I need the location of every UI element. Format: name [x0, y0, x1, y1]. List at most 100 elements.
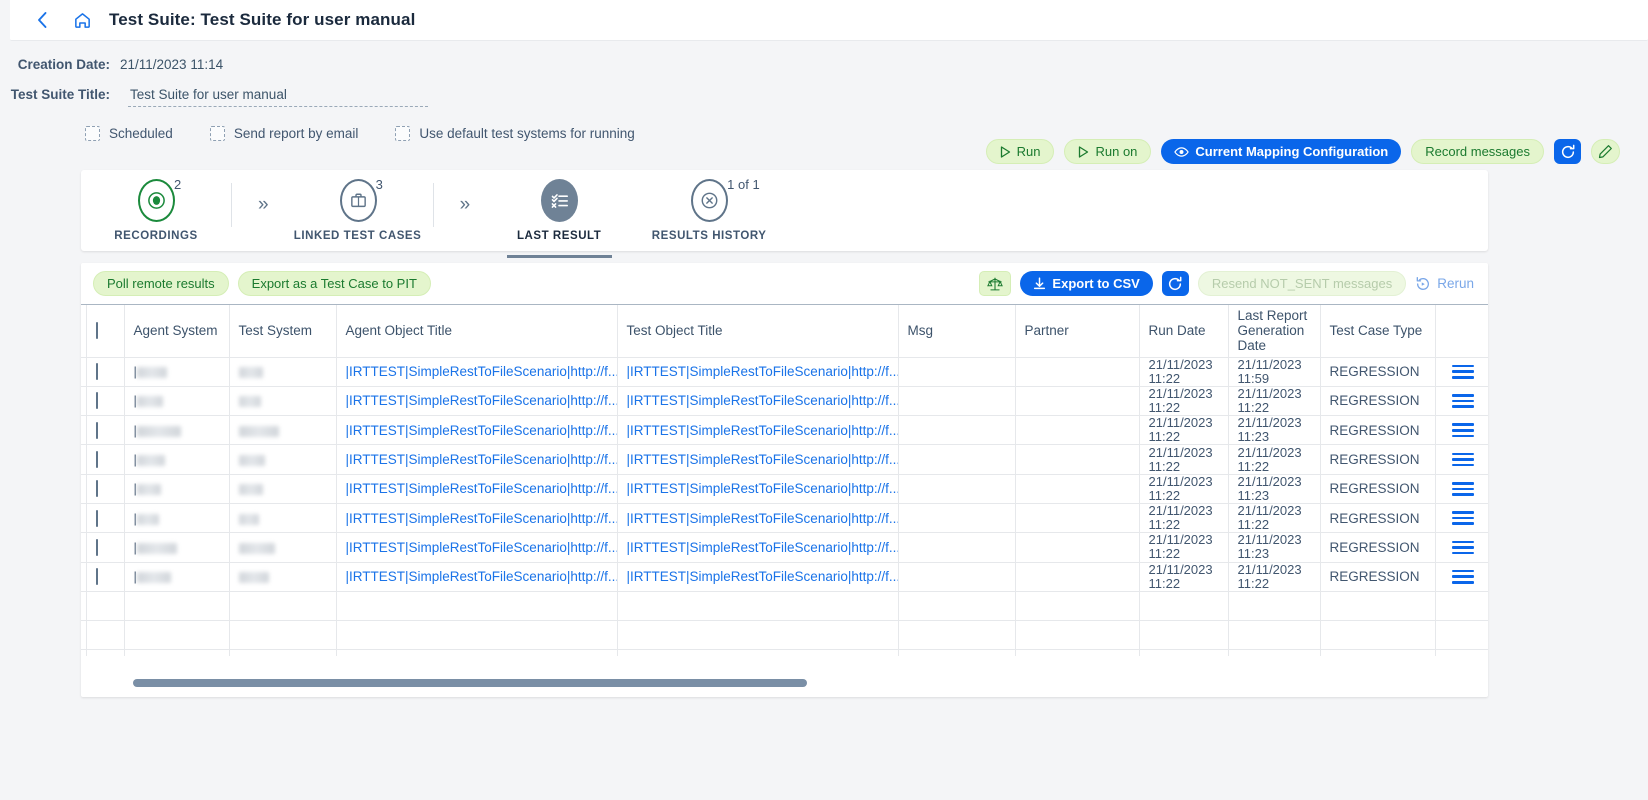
table-row[interactable]: | |IRTTEST|SimpleRestToFileScenario|http:… — [81, 415, 1488, 446]
step-results-history[interactable]: 1 of 1 RESULTS HISTORY — [634, 177, 784, 242]
column-header-agent-object-title[interactable]: Agent Object Title — [336, 305, 618, 358]
checkbox-scheduled-box[interactable] — [85, 126, 100, 141]
export-to-csv-button[interactable]: Export to CSV — [1020, 271, 1153, 296]
cell-agent-object-title[interactable]: |IRTTEST|SimpleRestToFileScenario|http:/… — [336, 532, 618, 563]
empty-cell — [1015, 620, 1140, 651]
cell-row-menu[interactable] — [1435, 474, 1488, 504]
cell-test-object-title[interactable]: |IRTTEST|SimpleRestToFileScenario|http:/… — [617, 415, 899, 446]
hamburger-menu-icon[interactable] — [1452, 511, 1474, 526]
cell-row-menu[interactable] — [1435, 562, 1488, 592]
record-messages-button[interactable]: Record messages — [1411, 139, 1544, 164]
row-checkbox[interactable] — [95, 480, 98, 498]
cell-test-object-title[interactable]: |IRTTEST|SimpleRestToFileScenario|http:/… — [617, 386, 899, 417]
rerun-button[interactable]: Rerun — [1415, 276, 1478, 292]
cell-agent-object-title[interactable]: |IRTTEST|SimpleRestToFileScenario|http:/… — [336, 386, 618, 417]
column-header-run-date[interactable]: Run Date — [1139, 305, 1229, 358]
row-checkbox[interactable] — [95, 363, 98, 381]
cell-row-menu[interactable] — [1435, 386, 1488, 417]
run-button[interactable]: Run — [985, 139, 1055, 164]
table-row[interactable]: | |IRTTEST|SimpleRestToFileScenario|http:… — [81, 532, 1488, 563]
column-header-agent-system[interactable]: Agent System — [124, 305, 230, 358]
row-select-cell[interactable] — [86, 357, 125, 387]
table-row[interactable]: | |IRTTEST|SimpleRestToFileScenario|http:… — [81, 357, 1488, 387]
column-header-partner[interactable]: Partner — [1015, 305, 1140, 358]
resend-not-sent-messages-button[interactable]: Resend NOT_SENT messages — [1197, 271, 1407, 296]
row-select-cell[interactable] — [86, 474, 125, 504]
row-select-cell[interactable] — [86, 415, 125, 446]
horizontal-scrollbar-thumb[interactable] — [133, 679, 807, 687]
cell-test-case-type: REGRESSION — [1320, 444, 1436, 475]
checkbox-scheduled[interactable]: Scheduled — [76, 126, 173, 141]
select-all-checkbox[interactable] — [95, 322, 98, 340]
table-row[interactable]: | |IRTTEST|SimpleRestToFileScenario|http:… — [81, 444, 1488, 475]
hamburger-menu-icon[interactable] — [1452, 481, 1474, 496]
refresh-button[interactable] — [1554, 139, 1581, 164]
poll-remote-results-label: Poll remote results — [107, 276, 215, 291]
chevron-double-right-icon: » — [258, 194, 269, 215]
table-row[interactable]: | |IRTTEST|SimpleRestToFileScenario|http:… — [81, 474, 1488, 504]
hamburger-menu-icon[interactable] — [1452, 423, 1474, 438]
compare-button[interactable] — [979, 271, 1012, 296]
cell-agent-object-title[interactable]: |IRTTEST|SimpleRestToFileScenario|http:/… — [336, 415, 618, 446]
empty-cell — [124, 620, 230, 651]
hamburger-menu-icon[interactable] — [1452, 569, 1474, 584]
checkbox-use-default-test-systems-box[interactable] — [395, 126, 411, 141]
column-header-msg[interactable]: Msg — [898, 305, 1016, 358]
row-checkbox[interactable] — [95, 538, 98, 556]
cell-row-menu[interactable] — [1435, 415, 1488, 446]
checkbox-send-report-by-email[interactable]: Send report by email — [201, 126, 358, 141]
edit-button[interactable] — [1591, 139, 1620, 164]
row-checkbox[interactable] — [95, 421, 98, 439]
cell-test-object-title[interactable]: |IRTTEST|SimpleRestToFileScenario|http:/… — [617, 532, 899, 563]
cell-test-object-title[interactable]: |IRTTEST|SimpleRestToFileScenario|http:/… — [617, 444, 899, 475]
poll-remote-results-button[interactable]: Poll remote results — [93, 271, 229, 296]
cell-test-object-title[interactable]: |IRTTEST|SimpleRestToFileScenario|http:/… — [617, 357, 899, 387]
row-checkbox[interactable] — [95, 392, 98, 410]
step-recordings[interactable]: 2 RECORDINGS — [81, 177, 231, 242]
hamburger-menu-icon[interactable] — [1452, 540, 1474, 555]
current-mapping-configuration-button[interactable]: Current Mapping Configuration — [1161, 139, 1402, 164]
hamburger-menu-icon[interactable] — [1452, 452, 1474, 467]
cell-agent-object-title[interactable]: |IRTTEST|SimpleRestToFileScenario|http:/… — [336, 444, 618, 475]
row-checkbox[interactable] — [95, 509, 98, 527]
export-as-test-case-to-pit-button[interactable]: Export as a Test Case to PIT — [237, 271, 431, 296]
row-checkbox[interactable] — [95, 451, 98, 469]
column-header-test-object-title[interactable]: Test Object Title — [617, 305, 899, 358]
cell-row-menu[interactable] — [1435, 503, 1488, 534]
cell-agent-object-title[interactable]: |IRTTEST|SimpleRestToFileScenario|http:/… — [336, 474, 618, 504]
step-last-result[interactable]: LAST RESULT — [484, 179, 634, 258]
column-header-test-case-type[interactable]: Test Case Type — [1320, 305, 1436, 358]
home-icon[interactable] — [71, 9, 93, 31]
column-header-test-system[interactable]: Test System — [229, 305, 337, 358]
cell-test-object-title[interactable]: |IRTTEST|SimpleRestToFileScenario|http:/… — [617, 562, 899, 592]
hamburger-menu-icon[interactable] — [1452, 364, 1474, 379]
row-checkbox[interactable] — [95, 568, 98, 586]
results-refresh-button[interactable] — [1161, 271, 1189, 296]
cell-row-menu[interactable] — [1435, 532, 1488, 563]
row-select-cell[interactable] — [86, 532, 125, 563]
column-header-last-report-generation-date[interactable]: Last Report Generation Date — [1228, 305, 1321, 358]
cell-test-object-title[interactable]: |IRTTEST|SimpleRestToFileScenario|http:/… — [617, 503, 899, 534]
cell-agent-object-title[interactable]: |IRTTEST|SimpleRestToFileScenario|http:/… — [336, 562, 618, 592]
table-row[interactable]: | |IRTTEST|SimpleRestToFileScenario|http:… — [81, 503, 1488, 534]
back-chevron-icon[interactable] — [32, 10, 52, 30]
horizontal-scrollbar[interactable] — [81, 679, 1488, 691]
row-select-cell[interactable] — [86, 562, 125, 592]
run-on-button[interactable]: Run on — [1064, 139, 1152, 164]
hamburger-menu-icon[interactable] — [1452, 394, 1474, 408]
checkbox-use-default-test-systems[interactable]: Use default test systems for running — [386, 126, 635, 141]
cell-test-object-title[interactable]: |IRTTEST|SimpleRestToFileScenario|http:/… — [617, 474, 899, 504]
cell-row-menu[interactable] — [1435, 444, 1488, 475]
step-linked-test-cases[interactable]: 3 LINKED TEST CASES — [283, 177, 433, 242]
row-select-cell[interactable] — [86, 444, 125, 475]
cell-row-menu[interactable] — [1435, 357, 1488, 387]
checkbox-send-report-by-email-box[interactable] — [209, 126, 225, 141]
table-row[interactable]: | |IRTTEST|SimpleRestToFileScenario|http:… — [81, 562, 1488, 592]
cell-agent-object-title[interactable]: |IRTTEST|SimpleRestToFileScenario|http:/… — [336, 503, 618, 534]
cell-agent-object-title[interactable]: |IRTTEST|SimpleRestToFileScenario|http:/… — [336, 357, 618, 387]
row-select-cell[interactable] — [86, 503, 125, 534]
test-suite-title-input[interactable]: Test Suite for user manual — [128, 86, 428, 107]
table-row[interactable]: | |IRTTEST|SimpleRestToFileScenario|http:… — [81, 386, 1488, 417]
row-select-cell[interactable] — [86, 386, 125, 417]
cell-run-date: 21/11/2023 11:22 — [1139, 503, 1229, 534]
